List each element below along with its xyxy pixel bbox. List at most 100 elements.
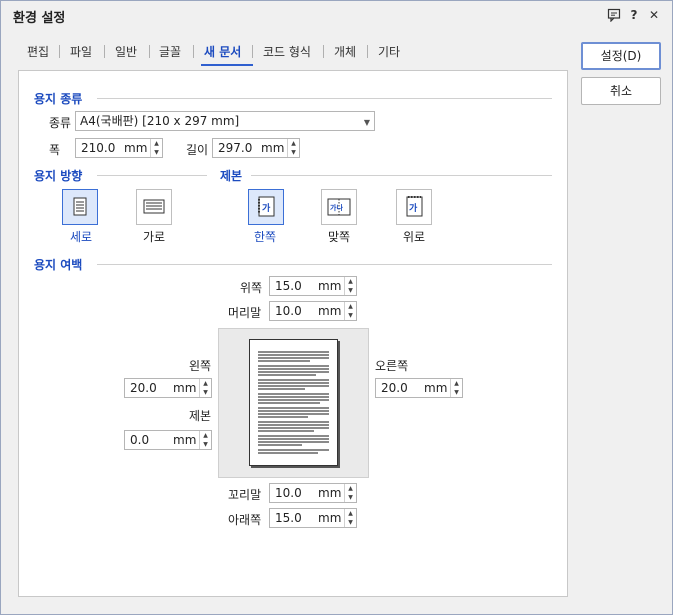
- section-divider: [97, 264, 552, 265]
- top-margin-value: 15.0: [275, 279, 302, 293]
- spin-down-icon[interactable]: ▼: [451, 388, 462, 397]
- active-tab-indicator: [201, 64, 253, 66]
- paper-height-label: 길이: [186, 143, 209, 157]
- section-divider: [251, 175, 552, 176]
- help-button[interactable]: ?: [626, 7, 642, 23]
- spin-up-icon[interactable]: ▲: [345, 509, 356, 518]
- paper-width-spinner[interactable]: 210.0 mm ▲ ▼: [75, 138, 163, 158]
- paper-height-value: 297.0: [218, 141, 253, 155]
- gutter-margin-spinner[interactable]: 0.0 mm ▲ ▼: [124, 430, 212, 450]
- preview-text-lines: [258, 351, 329, 454]
- unit-label: mm: [173, 433, 197, 447]
- landscape-label: 가로: [143, 230, 166, 244]
- portrait-label: 세로: [70, 230, 93, 244]
- tab-new-document[interactable]: 새 문서: [204, 43, 241, 60]
- spin-up-icon[interactable]: ▲: [345, 277, 356, 286]
- spin-down-icon[interactable]: ▼: [151, 148, 162, 157]
- dialog-title: 환경 설정: [13, 11, 66, 26]
- bottom-margin-label: 아래쪽: [228, 513, 262, 527]
- spin-up-icon[interactable]: ▲: [288, 139, 299, 148]
- tab-file[interactable]: 파일: [70, 43, 92, 60]
- margins-title: 용지 여백: [34, 258, 83, 272]
- spin-down-icon[interactable]: ▼: [345, 286, 356, 295]
- close-button[interactable]: ✕: [646, 7, 662, 23]
- tab-separator: [59, 45, 60, 58]
- bottom-margin-spinner[interactable]: 15.0 mm ▲ ▼: [269, 508, 357, 528]
- landscape-page-icon: [143, 199, 165, 214]
- left-margin-spinner[interactable]: 20.0 mm ▲ ▼: [124, 378, 212, 398]
- preferences-dialog: 환경 설정 ? ✕ 편집 파일 일반 글꼴 새 문서 코드 형식 개체 기타 설…: [0, 0, 673, 615]
- right-margin-label: 오른쪽: [375, 359, 409, 373]
- portrait-page-icon: [73, 197, 87, 216]
- paper-type-value: A4(국배판) [210 x 297 mm]: [80, 114, 240, 128]
- tab-separator: [252, 45, 253, 58]
- facing-binding-icon: 가나: [327, 198, 351, 216]
- spin-down-icon[interactable]: ▼: [345, 518, 356, 527]
- facing-pages-label: 맞쪽: [328, 230, 351, 244]
- spin-up-icon[interactable]: ▲: [151, 139, 162, 148]
- footer-margin-label: 꼬리말: [228, 488, 262, 502]
- unit-label: mm: [318, 486, 342, 500]
- facing-binding-glyph: 가나: [330, 203, 343, 212]
- footer-margin-value: 10.0: [275, 486, 302, 500]
- comment-icon[interactable]: [606, 7, 622, 23]
- paper-type-label: 종류: [49, 116, 72, 130]
- tab-edit[interactable]: 편집: [27, 43, 49, 60]
- single-side-binding-button[interactable]: 가: [248, 189, 284, 225]
- top-binding-label: 위로: [403, 230, 426, 244]
- spin-up-icon[interactable]: ▲: [451, 379, 462, 388]
- unit-label: mm: [318, 511, 342, 525]
- tab-separator: [367, 45, 368, 58]
- new-document-panel: 용지 종류 종류 A4(국배판) [210 x 297 mm] ▼ 폭 210.…: [18, 70, 568, 597]
- spin-down-icon[interactable]: ▼: [345, 493, 356, 502]
- top-binding-button[interactable]: 가: [396, 189, 432, 225]
- header-margin-value: 10.0: [275, 304, 302, 318]
- spin-down-icon[interactable]: ▼: [288, 148, 299, 157]
- top-margin-spinner[interactable]: 15.0 mm ▲ ▼: [269, 276, 357, 296]
- cancel-button[interactable]: 취소: [581, 77, 661, 105]
- paper-type-select[interactable]: A4(국배판) [210 x 297 mm] ▼: [75, 111, 375, 131]
- left-margin-value: 20.0: [130, 381, 157, 395]
- facing-pages-binding-button[interactable]: 가나: [321, 189, 357, 225]
- gutter-margin-value: 0.0: [130, 433, 150, 447]
- tab-object[interactable]: 개체: [334, 43, 356, 60]
- spin-up-icon[interactable]: ▲: [200, 431, 211, 440]
- section-divider: [97, 175, 207, 176]
- tab-font[interactable]: 글꼴: [159, 43, 181, 60]
- tab-code-format[interactable]: 코드 형식: [263, 43, 311, 60]
- binding-title: 제본: [220, 169, 243, 183]
- binding-glyph: 가: [262, 202, 271, 214]
- spin-up-icon[interactable]: ▲: [345, 484, 356, 493]
- spin-down-icon[interactable]: ▼: [200, 388, 211, 397]
- left-margin-label: 왼쪽: [189, 359, 212, 373]
- paper-width-value: 210.0: [81, 141, 116, 155]
- header-margin-spinner[interactable]: 10.0 mm ▲ ▼: [269, 301, 357, 321]
- binding-glyph: 가: [409, 202, 418, 214]
- ok-button[interactable]: 설정(D): [581, 42, 661, 70]
- header-margin-label: 머리말: [228, 306, 262, 320]
- spin-down-icon[interactable]: ▼: [200, 440, 211, 449]
- tab-separator: [104, 45, 105, 58]
- single-side-label: 한쪽: [254, 230, 277, 244]
- spin-up-icon[interactable]: ▲: [345, 302, 356, 311]
- spin-down-icon[interactable]: ▼: [345, 311, 356, 320]
- landscape-button[interactable]: [136, 189, 172, 225]
- page-preview: [218, 328, 369, 478]
- dropdown-arrow-icon: ▼: [363, 118, 370, 127]
- footer-margin-spinner[interactable]: 10.0 mm ▲ ▼: [269, 483, 357, 503]
- spin-up-icon[interactable]: ▲: [200, 379, 211, 388]
- section-divider: [97, 98, 552, 99]
- unit-label: mm: [318, 304, 342, 318]
- unit-label: mm: [173, 381, 197, 395]
- portrait-button[interactable]: [62, 189, 98, 225]
- tab-separator: [323, 45, 324, 58]
- preview-page: [249, 339, 338, 466]
- tab-general[interactable]: 일반: [115, 43, 137, 60]
- paper-width-label: 폭: [49, 143, 61, 157]
- paper-height-spinner[interactable]: 297.0 mm ▲ ▼: [212, 138, 300, 158]
- unit-label: mm: [424, 381, 448, 395]
- right-margin-spinner[interactable]: 20.0 mm ▲ ▼: [375, 378, 463, 398]
- tab-separator: [149, 45, 150, 58]
- tab-other[interactable]: 기타: [378, 43, 400, 60]
- unit-label: mm: [124, 141, 148, 155]
